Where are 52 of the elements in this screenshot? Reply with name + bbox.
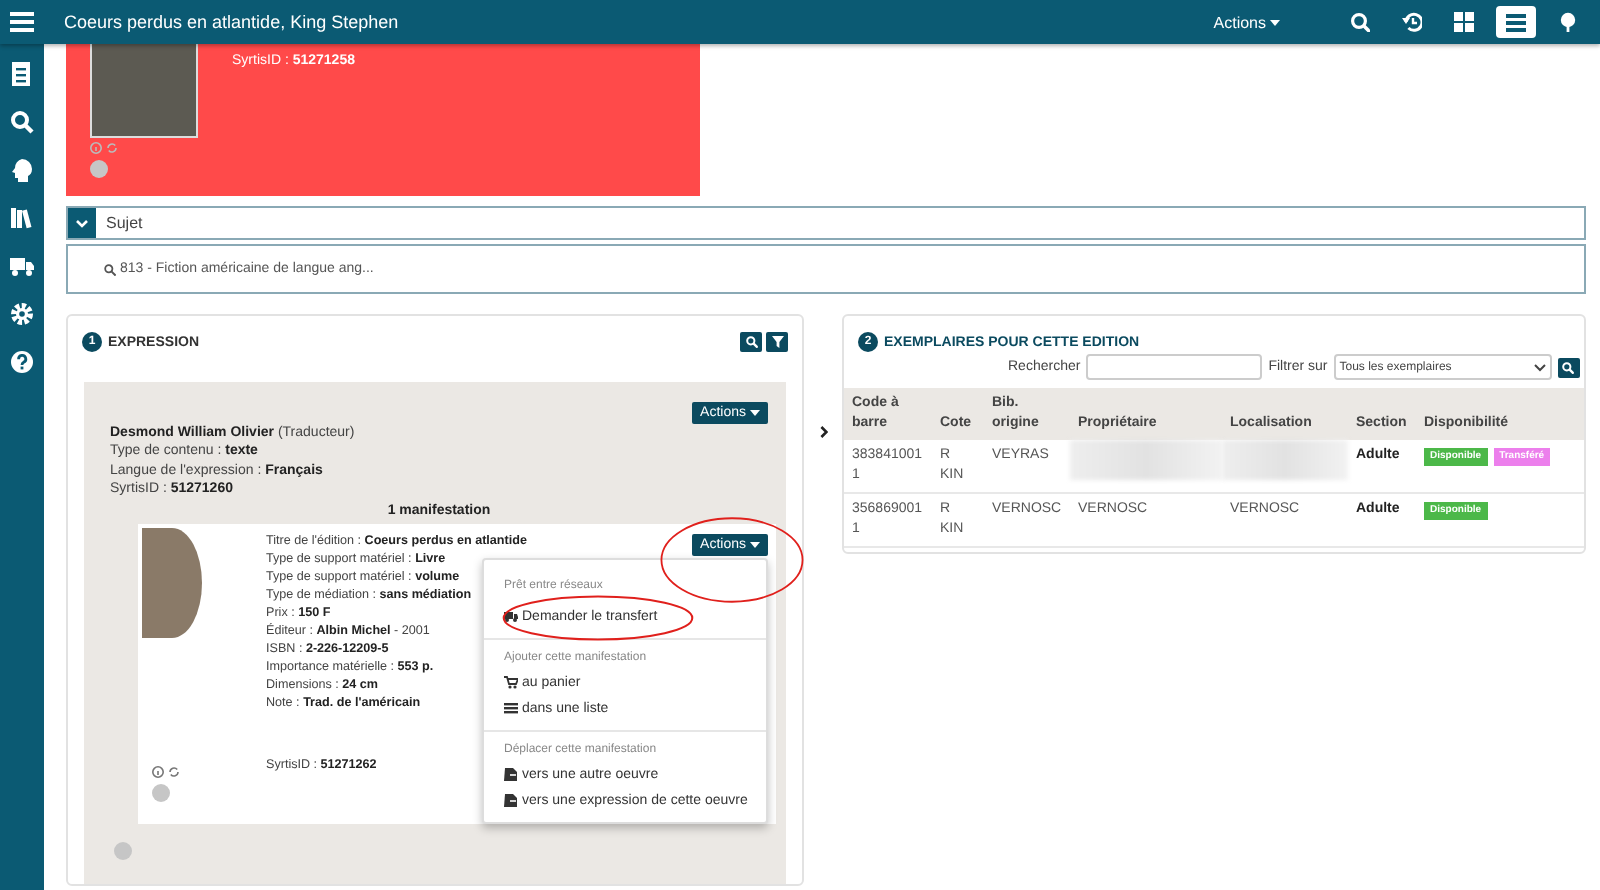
cover-photo-placeholder [90,44,198,138]
search-icon [1562,361,1575,373]
help-icon [10,349,34,373]
head-icon [10,157,34,181]
truck-icon [10,253,34,277]
grid-icon [1454,12,1474,32]
sidebar-button[interactable] [8,60,36,86]
caret-icon [750,542,760,549]
list-icon [504,702,518,717]
menu-icon [10,12,34,32]
info-icon[interactable] [152,766,164,779]
chevron-right-icon[interactable] [819,426,827,438]
search-icon [104,263,116,275]
status-dot [90,160,108,178]
filter-button[interactable] [766,332,788,352]
history-icon [1402,12,1422,32]
search-icon [1350,12,1370,32]
document-icon [10,61,34,85]
document-icon [504,794,518,809]
caret-icon [1270,19,1280,25]
sidebar-button[interactable] [8,108,36,134]
pin-icon [1558,12,1578,32]
sidebar-button[interactable] [8,300,36,326]
filter-icon [771,336,783,348]
search-icon [10,109,34,133]
sidebar-button[interactable] [8,348,36,374]
chevron-down-icon [76,219,88,227]
list-icon [1506,12,1526,32]
toolbar-button[interactable] [1496,6,1536,38]
truck-icon [504,610,518,625]
menu-button[interactable] [0,0,44,44]
chevron-down-icon [1533,363,1546,371]
refresh-icon[interactable] [168,766,180,779]
sidebar-button[interactable] [8,204,36,230]
actions-menu[interactable]: Actions [1213,13,1280,31]
search-field[interactable] [1086,354,1263,380]
caret-icon [750,410,760,416]
search-button[interactable] [740,332,762,352]
sidebar-button[interactable] [8,252,36,278]
document-icon [504,768,518,783]
search-icon [745,336,757,348]
subject-label: Sujet [106,214,143,232]
status-dot [114,842,132,861]
sidebar-button[interactable] [8,156,36,182]
search-button[interactable] [1557,357,1580,377]
cart-icon [504,676,518,691]
books-icon [10,205,34,229]
page-title: Coeurs perdus en atlantide, King Stephen [64,12,401,32]
status-dot [152,784,170,803]
gear-icon [10,301,34,325]
cover-photo-placeholder [142,528,202,639]
expand-toggle[interactable] [68,208,96,238]
